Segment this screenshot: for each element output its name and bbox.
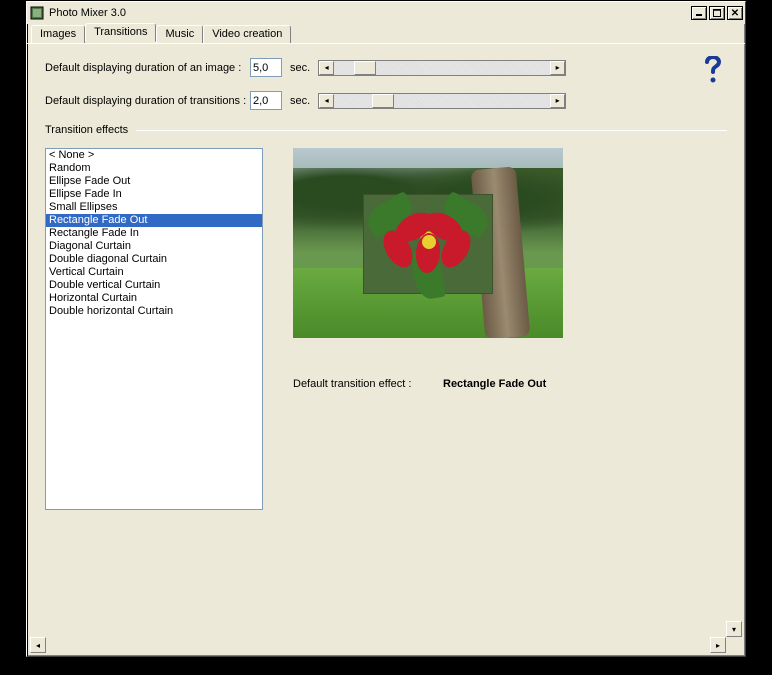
effects-area: < None >RandomEllipse Fade OutEllipse Fa… <box>45 148 727 510</box>
transition-duration-label: Default displaying duration of transitio… <box>45 95 250 107</box>
list-item[interactable]: Diagonal Curtain <box>46 240 262 253</box>
window-title: Photo Mixer 3.0 <box>49 7 689 19</box>
default-effect-row: Default transition effect : Rectangle Fa… <box>293 378 727 390</box>
tab-content: Default displaying duration of an image … <box>27 44 745 642</box>
scroll-corner <box>726 637 742 653</box>
tab-images[interactable]: Images <box>31 25 85 44</box>
slider-track[interactable] <box>334 61 550 75</box>
vscroll-track[interactable] <box>726 52 742 621</box>
list-item[interactable]: Random <box>46 162 262 175</box>
hscroll-right-arrow[interactable]: ▸ <box>710 637 726 653</box>
list-item[interactable]: Small Ellipses <box>46 201 262 214</box>
slider-thumb[interactable] <box>354 61 376 75</box>
slider-thumb[interactable] <box>372 94 394 108</box>
transition-duration-row: Default displaying duration of transitio… <box>45 91 727 110</box>
list-item[interactable]: Ellipse Fade Out <box>46 175 262 188</box>
minimize-button[interactable] <box>691 6 707 20</box>
list-item[interactable]: Vertical Curtain <box>46 266 262 279</box>
vscroll-down-arrow[interactable]: ▾ <box>726 621 742 637</box>
default-effect-value: Rectangle Fade Out <box>443 378 546 390</box>
preview-column: Default transition effect : Rectangle Fa… <box>293 148 727 510</box>
section-transition-effects: Transition effects <box>45 124 727 136</box>
list-item[interactable]: < None > <box>46 149 262 162</box>
section-label-text: Transition effects <box>45 124 128 136</box>
tab-music[interactable]: Music <box>156 25 203 44</box>
hscroll-left-arrow[interactable]: ◂ <box>30 637 46 653</box>
list-item[interactable]: Double horizontal Curtain <box>46 305 262 318</box>
transition-preview <box>293 148 563 338</box>
slider-track[interactable] <box>334 94 550 108</box>
tab-video-creation[interactable]: Video creation <box>203 25 291 44</box>
app-icon <box>29 5 45 21</box>
slider-left-arrow[interactable]: ◂ <box>319 94 334 108</box>
image-duration-input[interactable] <box>250 58 282 77</box>
help-icon[interactable] <box>701 56 725 84</box>
effects-listbox[interactable]: < None >RandomEllipse Fade OutEllipse Fa… <box>45 148 263 510</box>
slider-right-arrow[interactable]: ▸ <box>550 61 565 75</box>
image-duration-label: Default displaying duration of an image … <box>45 62 250 74</box>
list-item[interactable]: Rectangle Fade Out <box>46 214 262 227</box>
slider-right-arrow[interactable]: ▸ <box>550 94 565 108</box>
close-button[interactable]: ✕ <box>727 6 743 20</box>
transition-duration-slider[interactable]: ◂ ▸ <box>318 93 566 109</box>
list-item[interactable]: Double diagonal Curtain <box>46 253 262 266</box>
transition-duration-input[interactable] <box>250 91 282 110</box>
tab-bar: Images Transitions Music Video creation <box>27 24 745 44</box>
list-item[interactable]: Ellipse Fade In <box>46 188 262 201</box>
section-divider <box>136 130 727 131</box>
vertical-scrollbar[interactable]: ▾ <box>726 52 742 637</box>
app-window: Photo Mixer 3.0 ✕ Images Transitions Mus… <box>26 1 746 657</box>
titlebar: Photo Mixer 3.0 ✕ <box>27 2 745 24</box>
list-item[interactable]: Horizontal Curtain <box>46 292 262 305</box>
transition-duration-unit: sec. <box>290 95 310 107</box>
horizontal-scrollbar[interactable]: ◂ ▸ <box>30 637 742 653</box>
default-effect-label: Default transition effect : <box>293 378 443 390</box>
list-item[interactable]: Double vertical Curtain <box>46 279 262 292</box>
tab-transitions[interactable]: Transitions <box>85 23 156 42</box>
image-duration-unit: sec. <box>290 62 310 74</box>
image-duration-row: Default displaying duration of an image … <box>45 58 727 77</box>
maximize-button[interactable] <box>709 6 725 20</box>
hscroll-track[interactable] <box>46 637 710 653</box>
image-duration-slider[interactable]: ◂ ▸ <box>318 60 566 76</box>
list-item[interactable]: Rectangle Fade In <box>46 227 262 240</box>
slider-left-arrow[interactable]: ◂ <box>319 61 334 75</box>
